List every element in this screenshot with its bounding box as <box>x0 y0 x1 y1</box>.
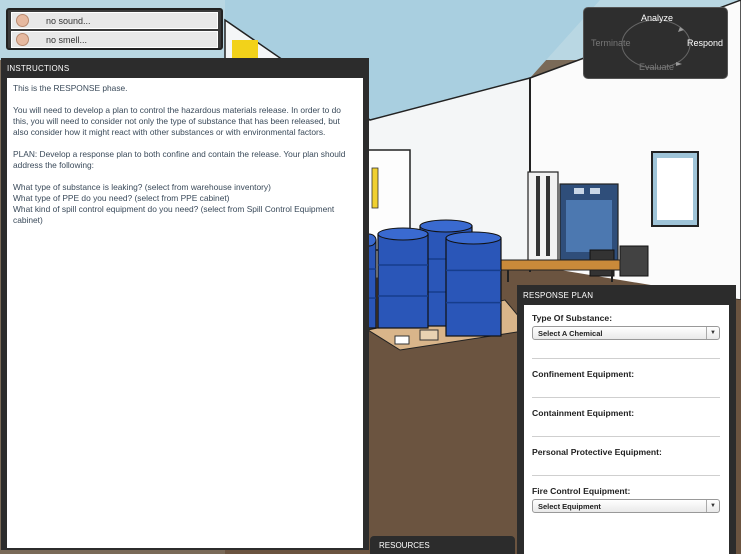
sense-smell-row: no smell... <box>11 31 218 48</box>
sense-sound-row: no sound... <box>11 12 218 29</box>
containment-field: Containment Equipment: <box>532 408 721 437</box>
sense-indicators: no sound... no smell... <box>6 8 223 50</box>
divider <box>532 397 720 398</box>
instructions-panel: INSTRUCTIONS This is the RESPONSE phase.… <box>1 58 369 550</box>
type-of-substance-label: Type Of Substance: <box>532 313 613 323</box>
chemical-select[interactable]: Select A Chemical ▼ <box>532 326 720 340</box>
equipment-select[interactable]: Select Equipment ▼ <box>532 499 720 513</box>
barrel[interactable] <box>377 227 429 329</box>
instructions-question: What type of substance is leaking? (sele… <box>13 182 271 192</box>
warehouse-shelf[interactable] <box>527 171 559 265</box>
response-plan-header: RESPONSE PLAN <box>517 285 736 303</box>
phase-respond[interactable]: Respond <box>687 38 723 48</box>
containment-equipment-label: Containment Equipment: <box>532 408 635 418</box>
sense-smell-label: no smell... <box>46 34 88 45</box>
divider <box>532 475 720 476</box>
divider <box>532 358 720 359</box>
sense-sound-label: no sound... <box>46 15 91 26</box>
resources-tab[interactable]: RESOURCES <box>370 536 515 554</box>
response-plan-panel: RESPONSE PLAN Type Of Substance: Select … <box>517 285 736 554</box>
instructions-header: INSTRUCTIONS <box>1 58 369 76</box>
divider <box>532 436 720 437</box>
chevron-down-icon[interactable]: ▼ <box>706 327 719 339</box>
instructions-body: This is the RESPONSE phase. You will nee… <box>7 78 363 548</box>
barrel[interactable] <box>445 231 502 337</box>
instructions-question: What kind of spill control equipment do … <box>13 204 335 225</box>
fire-control-equipment-label: Fire Control Equipment: <box>532 486 631 496</box>
ppe-cabinet[interactable] <box>559 183 619 261</box>
ppe-field: Personal Protective Equipment: <box>532 447 721 476</box>
face-icon <box>16 33 29 46</box>
instructions-paragraph: You will need to develop a plan to contr… <box>13 105 341 137</box>
face-icon <box>16 14 29 27</box>
instructions-question: What type of PPE do you need? (select fr… <box>13 193 230 203</box>
type-of-substance-field: Type Of Substance: Select A Chemical ▼ <box>532 313 721 359</box>
confinement-equipment-label: Confinement Equipment: <box>532 369 635 379</box>
phase-navigator: Analyze Respond Evaluate Terminate <box>583 7 728 79</box>
ppe-label: Personal Protective Equipment: <box>532 447 662 457</box>
phase-evaluate[interactable]: Evaluate <box>639 62 674 72</box>
instructions-paragraph: This is the RESPONSE phase. <box>13 83 128 93</box>
phase-terminate[interactable]: Terminate <box>591 38 631 48</box>
chemical-barrels[interactable] <box>361 219 502 337</box>
phase-analyze[interactable]: Analyze <box>641 13 673 23</box>
equipment-select-value: Select Equipment <box>538 501 601 511</box>
chevron-down-icon[interactable]: ▼ <box>706 500 719 512</box>
response-plan-body: Type Of Substance: Select A Chemical ▼ C… <box>524 305 729 554</box>
instructions-paragraph: PLAN: Develop a response plan to both co… <box>13 149 346 170</box>
fire-control-field: Fire Control Equipment: Select Equipment… <box>532 486 721 513</box>
window <box>651 151 699 227</box>
confinement-field: Confinement Equipment: <box>532 369 721 398</box>
chemical-select-value: Select A Chemical <box>538 328 603 338</box>
